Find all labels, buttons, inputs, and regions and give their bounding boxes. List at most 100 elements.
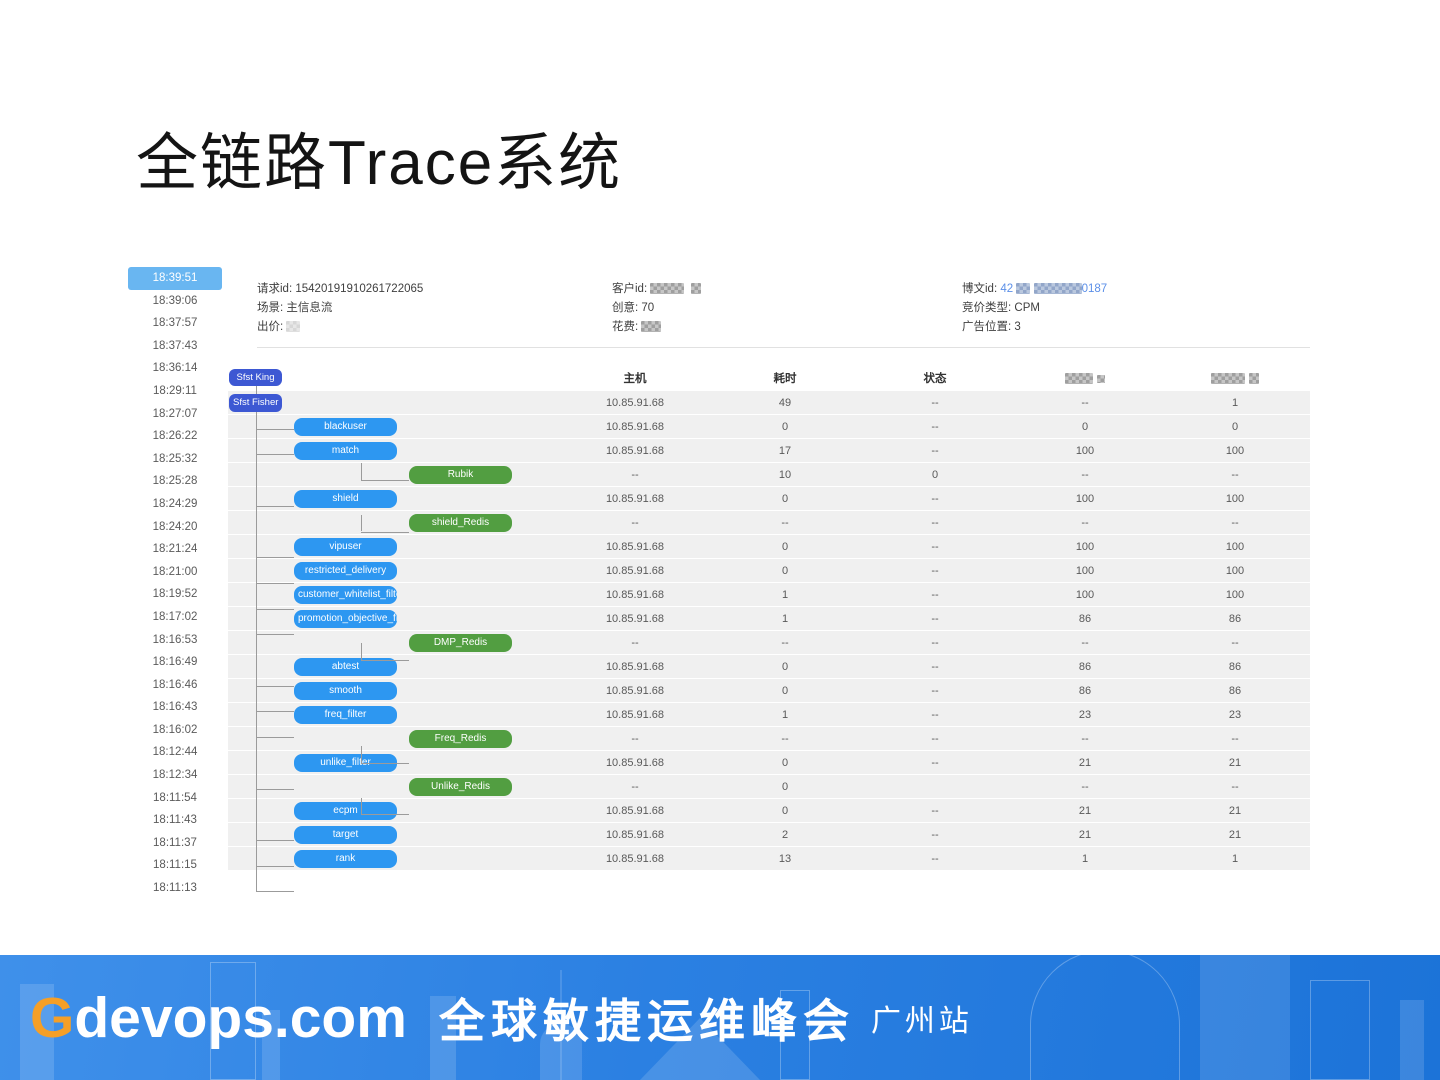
cell-col5: 21 (1228, 757, 1242, 769)
trace-node-button[interactable]: smooth (294, 682, 397, 700)
cell-col5: 86 (1228, 685, 1242, 697)
trace-node-button[interactable]: blackuser (294, 418, 397, 436)
cell-host: -- (631, 637, 639, 649)
cell-col5: 86 (1228, 613, 1242, 625)
cell-col5: -- (1231, 517, 1239, 529)
bid-type-line: 竞价类型: CPM (962, 302, 1040, 314)
timestamp-item[interactable]: 18:11:15 (128, 854, 222, 877)
timestamp-item[interactable]: 18:24:20 (128, 516, 222, 539)
trace-node-button[interactable]: match (294, 442, 397, 460)
tree-connector (256, 711, 294, 713)
table-row: Sfst Fisher 10.85.91.68 49 -- -- 1 (228, 391, 1310, 415)
trace-node-button[interactable]: shield (294, 490, 397, 508)
trace-node-button[interactable]: promotion_objective_filter (294, 610, 397, 628)
timestamp-item[interactable]: 18:19:52 (128, 583, 222, 606)
tree-connector (256, 865, 294, 867)
cell-col4: 100 (1075, 445, 1095, 457)
cell-status: -- (931, 661, 939, 673)
building-shape (1310, 980, 1370, 1080)
table-row: ecpm 10.85.91.68 0 -- 21 21 (228, 799, 1310, 823)
cell-col4: 86 (1078, 613, 1092, 625)
cell-status: -- (931, 733, 939, 745)
trace-node-button[interactable]: restricted_delivery (294, 562, 397, 580)
timestamp-item[interactable]: 18:11:54 (128, 787, 222, 810)
cell-time: 1 (781, 589, 789, 601)
timestamp-item[interactable]: 18:37:43 (128, 335, 222, 358)
timestamp-item[interactable]: 18:25:32 (128, 448, 222, 471)
timestamp-item[interactable]: 18:29:11 (128, 380, 222, 403)
column-header-status: 状态 (923, 373, 947, 385)
timestamp-item[interactable]: 18:17:02 (128, 606, 222, 629)
cell-col4: 23 (1078, 709, 1092, 721)
timestamp-item[interactable]: 18:39:06 (128, 290, 222, 313)
creative-line: 创意: 70 (612, 302, 655, 314)
trace-node-button[interactable]: rank (294, 850, 397, 868)
cell-time: 2 (781, 829, 789, 841)
trace-node-root-button[interactable]: Sfst King (229, 369, 282, 386)
timestamp-item[interactable]: 18:16:43 (128, 696, 222, 719)
table-row: rank 10.85.91.68 13 -- 1 1 (228, 847, 1310, 871)
trace-node-button[interactable]: vipuser (294, 538, 397, 556)
cell-host: 10.85.91.68 (605, 397, 665, 409)
tower-shape (1030, 955, 1180, 1080)
timestamp-item[interactable]: 18:11:43 (128, 809, 222, 832)
tree-connector (361, 762, 409, 764)
tree-connector (256, 386, 257, 394)
timestamp-item[interactable]: 18:12:34 (128, 764, 222, 787)
cell-status (860, 775, 1010, 799)
trace-node-button[interactable]: target (294, 826, 397, 844)
cell-status: -- (931, 493, 939, 505)
timestamp-item[interactable]: 18:11:13 (128, 877, 222, 900)
timestamp-item[interactable]: 18:27:07 (128, 403, 222, 426)
cell-col4: -- (1081, 517, 1089, 529)
timestamp-item[interactable]: 18:16:49 (128, 651, 222, 674)
table-row: target 10.85.91.68 2 -- 21 21 (228, 823, 1310, 847)
timestamp-item[interactable]: 18:21:24 (128, 538, 222, 561)
timestamp-item[interactable]: 18:39:51 (128, 267, 222, 290)
trace-node-button[interactable]: shield_Redis (409, 514, 512, 532)
cell-host: 10.85.91.68 (605, 829, 665, 841)
timestamp-item[interactable]: 18:21:00 (128, 561, 222, 584)
tree-connector (256, 685, 294, 687)
cell-status: -- (931, 853, 939, 865)
timestamp-item[interactable]: 18:25:28 (128, 470, 222, 493)
timestamp-item[interactable]: 18:12:44 (128, 741, 222, 764)
cell-status: -- (931, 541, 939, 553)
cell-host: 10.85.91.68 (605, 589, 665, 601)
cell-time: 1 (781, 709, 789, 721)
post-id-line: 博文id: 42 0187 (962, 283, 1108, 295)
trace-panel: 18:39:51 18:39:06 18:37:57 18:37:43 18:36:14… (128, 267, 1310, 909)
cell-status: -- (931, 613, 939, 625)
trace-node-button[interactable]: Freq_Redis (409, 730, 512, 748)
tree-connector (256, 428, 294, 430)
cell-col4: 0 (1081, 421, 1089, 433)
event-city: 广州站 (870, 1004, 973, 1038)
timestamp-item[interactable]: 18:36:14 (128, 357, 222, 380)
timestamp-item[interactable]: 18:11:37 (128, 832, 222, 855)
trace-node-button[interactable]: DMP_Redis (409, 634, 512, 652)
cost-line: 花费: (612, 318, 962, 337)
trace-node-button[interactable]: freq_filter (294, 706, 397, 724)
cell-host: 10.85.91.68 (605, 445, 665, 457)
tree-connector (361, 480, 409, 482)
trace-node-button[interactable]: ecpm (294, 802, 397, 820)
cell-col4: 100 (1075, 589, 1095, 601)
timestamp-item[interactable]: 18:16:02 (128, 719, 222, 742)
cell-col5: 100 (1225, 589, 1245, 601)
trace-node-button[interactable]: customer_whitelist_filter (294, 586, 397, 604)
redacted-customer-id (650, 283, 685, 295)
trace-node-button[interactable]: Unlike_Redis (409, 778, 512, 796)
cell-host: 10.85.91.68 (605, 757, 665, 769)
post-id-link[interactable]: 42 0187 (1000, 283, 1107, 295)
timestamp-item[interactable]: 18:37:57 (128, 312, 222, 335)
timestamp-item[interactable]: 18:16:46 (128, 674, 222, 697)
trace-node-button[interactable]: Rubik (409, 466, 512, 484)
cell-status: -- (931, 757, 939, 769)
cell-time: 0 (781, 493, 789, 505)
trace-node-button[interactable]: Sfst Fisher (229, 394, 283, 412)
table-row: smooth 10.85.91.68 0 -- 86 86 (228, 679, 1310, 703)
table-row: DMP_Redis -- -- -- -- -- (228, 631, 1310, 655)
timestamp-item[interactable]: 18:26:22 (128, 425, 222, 448)
timestamp-item[interactable]: 18:24:29 (128, 493, 222, 516)
timestamp-item[interactable]: 18:16:53 (128, 629, 222, 652)
